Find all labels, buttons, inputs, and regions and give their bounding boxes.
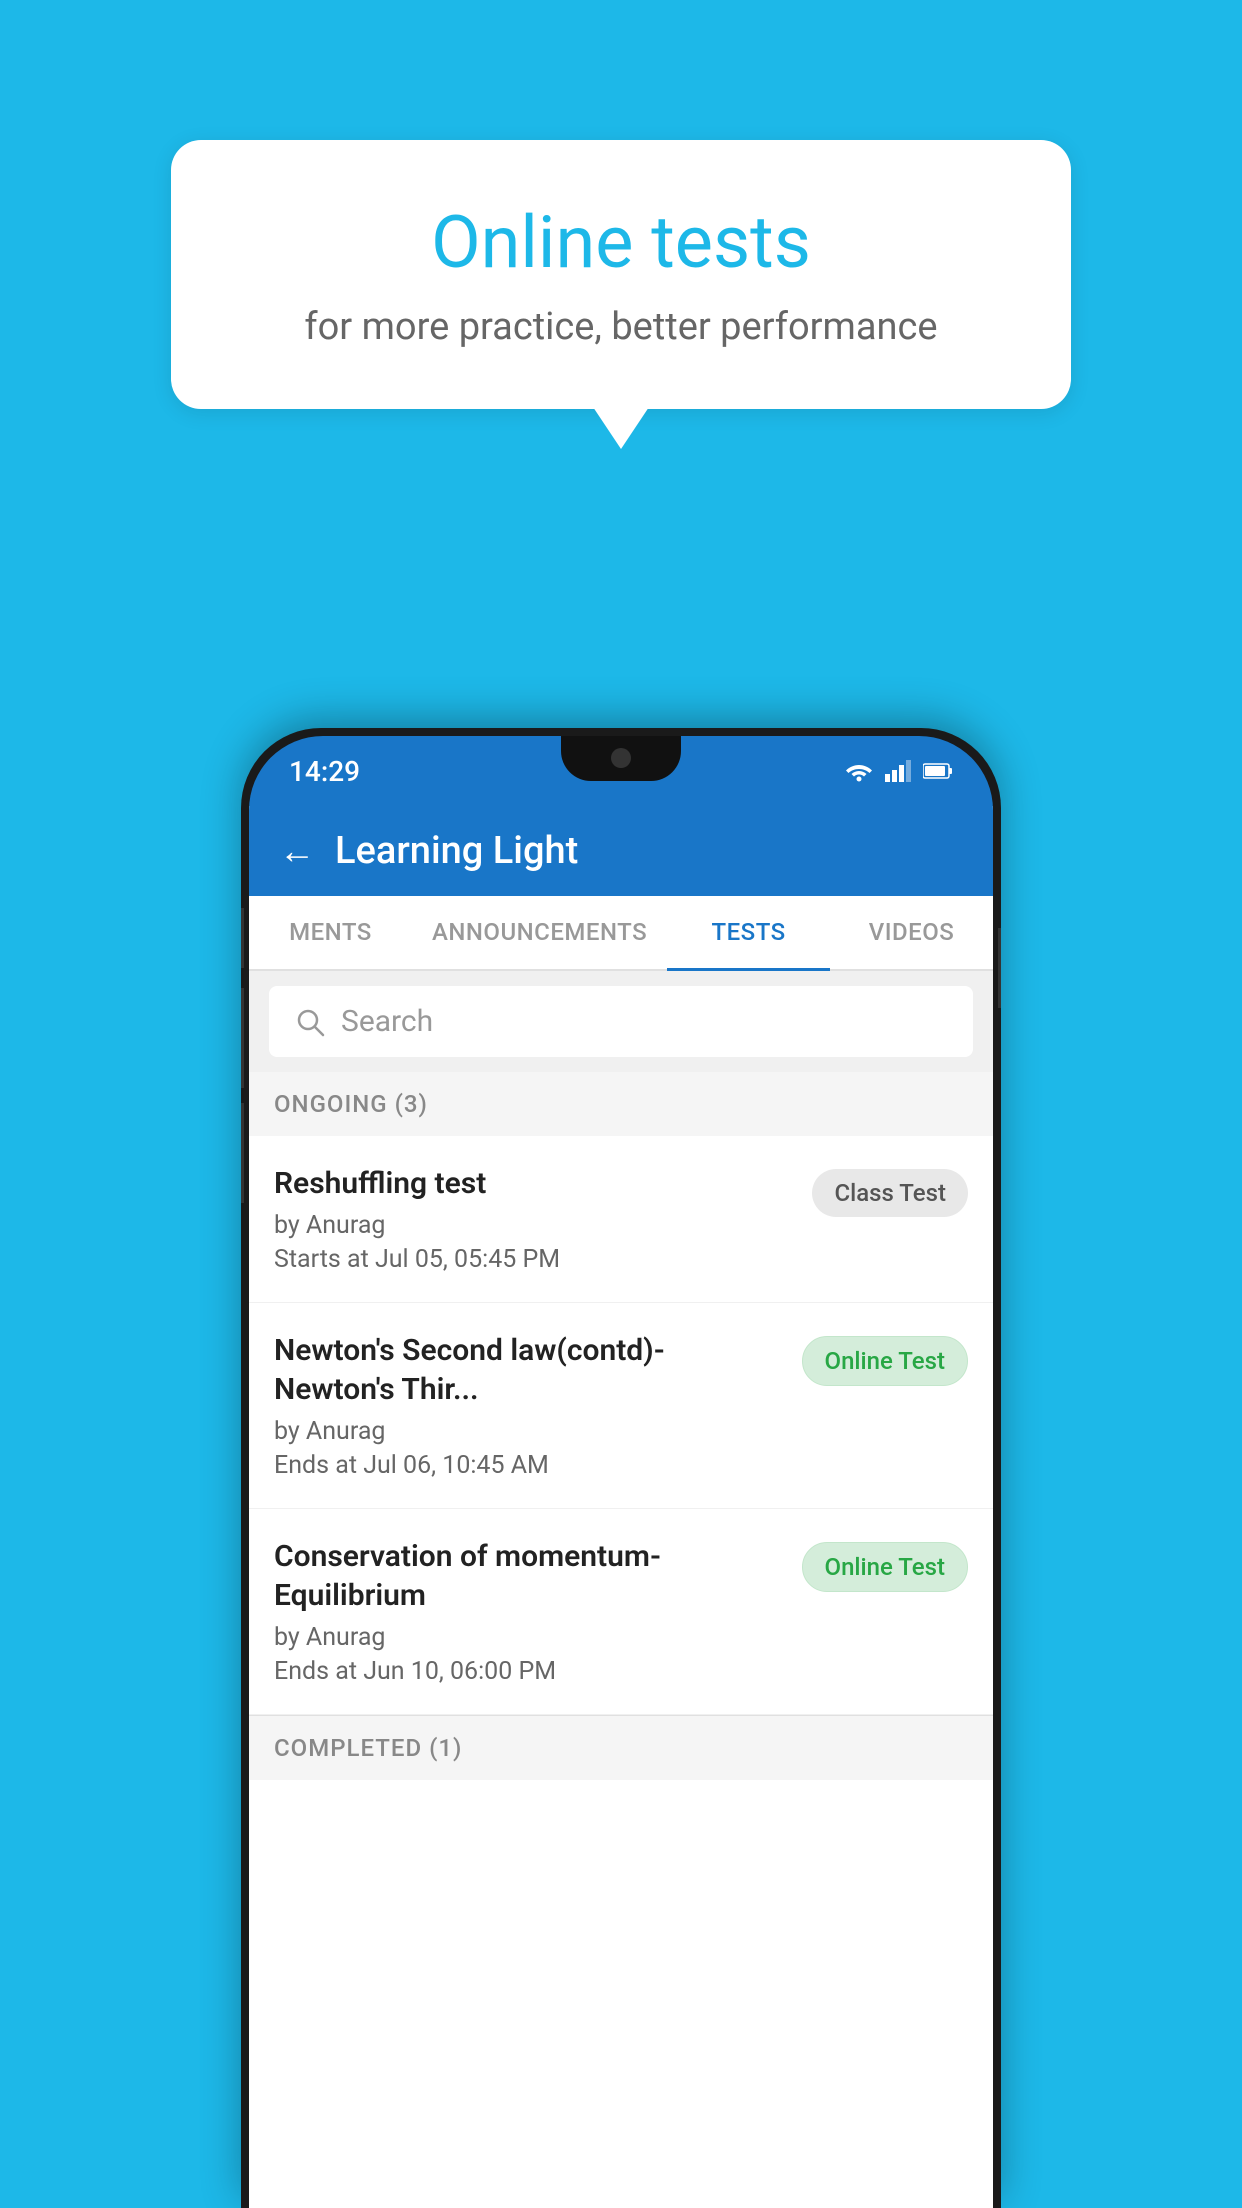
- notch: [561, 736, 681, 781]
- tab-announcements[interactable]: ANNOUNCEMENTS: [412, 896, 667, 969]
- back-button[interactable]: ←: [279, 830, 315, 872]
- completed-section-header: COMPLETED (1): [249, 1715, 993, 1780]
- test-list: Reshuffling test by Anurag Starts at Jul…: [249, 1136, 993, 2208]
- wifi-icon: [845, 760, 873, 782]
- status-bar: 14:29: [249, 736, 993, 806]
- test-item[interactable]: Reshuffling test by Anurag Starts at Jul…: [249, 1136, 993, 1303]
- search-container: Search: [249, 971, 993, 1072]
- completed-section-title: COMPLETED (1): [274, 1734, 462, 1762]
- speech-bubble-title: Online tests: [251, 200, 991, 285]
- volume-up-button: [241, 908, 244, 968]
- test-info: Reshuffling test by Anurag Starts at Jul…: [274, 1164, 812, 1274]
- search-bar[interactable]: Search: [269, 986, 973, 1057]
- tab-tests[interactable]: TESTS: [667, 896, 830, 971]
- speech-bubble-container: Online tests for more practice, better p…: [171, 140, 1071, 409]
- app-content: ← Learning Light MENTS ANNOUNCEMENTS TES…: [249, 806, 993, 2208]
- test-date: Ends at Jul 06, 10:45 AM: [274, 1451, 782, 1480]
- app-header: ← Learning Light: [249, 806, 993, 896]
- test-info: Conservation of momentum-Equilibrium by …: [274, 1537, 802, 1686]
- front-camera: [611, 748, 631, 768]
- test-item[interactable]: Newton's Second law(contd)-Newton's Thir…: [249, 1303, 993, 1509]
- test-badge-online-2: Online Test: [802, 1542, 968, 1592]
- volume-down-button: [241, 988, 244, 1088]
- test-badge-online: Online Test: [802, 1336, 968, 1386]
- search-icon: [294, 1006, 326, 1038]
- power-button: [998, 928, 1001, 1008]
- speech-bubble-subtitle: for more practice, better performance: [251, 305, 991, 349]
- signal-icon: [885, 760, 911, 782]
- speech-bubble: Online tests for more practice, better p…: [171, 140, 1071, 409]
- test-author: by Anurag: [274, 1623, 782, 1652]
- test-date: Ends at Jun 10, 06:00 PM: [274, 1657, 782, 1686]
- status-icons: [845, 760, 953, 782]
- tab-videos[interactable]: VIDEOS: [830, 896, 993, 969]
- ongoing-section-header: ONGOING (3): [249, 1072, 993, 1136]
- battery-icon: [923, 762, 953, 780]
- phone-inner: 14:29: [249, 736, 993, 2208]
- test-author: by Anurag: [274, 1417, 782, 1446]
- test-item[interactable]: Conservation of momentum-Equilibrium by …: [249, 1509, 993, 1715]
- app-title: Learning Light: [335, 829, 578, 873]
- test-badge-class: Class Test: [812, 1169, 968, 1217]
- test-info: Newton's Second law(contd)-Newton's Thir…: [274, 1331, 802, 1480]
- test-name: Reshuffling test: [274, 1164, 792, 1203]
- status-time: 14:29: [289, 755, 360, 788]
- tab-ments[interactable]: MENTS: [249, 896, 412, 969]
- test-author: by Anurag: [274, 1211, 792, 1240]
- test-date: Starts at Jul 05, 05:45 PM: [274, 1245, 792, 1274]
- search-placeholder: Search: [341, 1004, 433, 1039]
- test-name: Newton's Second law(contd)-Newton's Thir…: [274, 1331, 782, 1409]
- ongoing-section-title: ONGOING (3): [274, 1090, 428, 1118]
- phone-frame: 14:29: [241, 728, 1001, 2208]
- silent-button: [241, 1103, 244, 1203]
- test-name: Conservation of momentum-Equilibrium: [274, 1537, 782, 1615]
- tabs-container: MENTS ANNOUNCEMENTS TESTS VIDEOS: [249, 896, 993, 971]
